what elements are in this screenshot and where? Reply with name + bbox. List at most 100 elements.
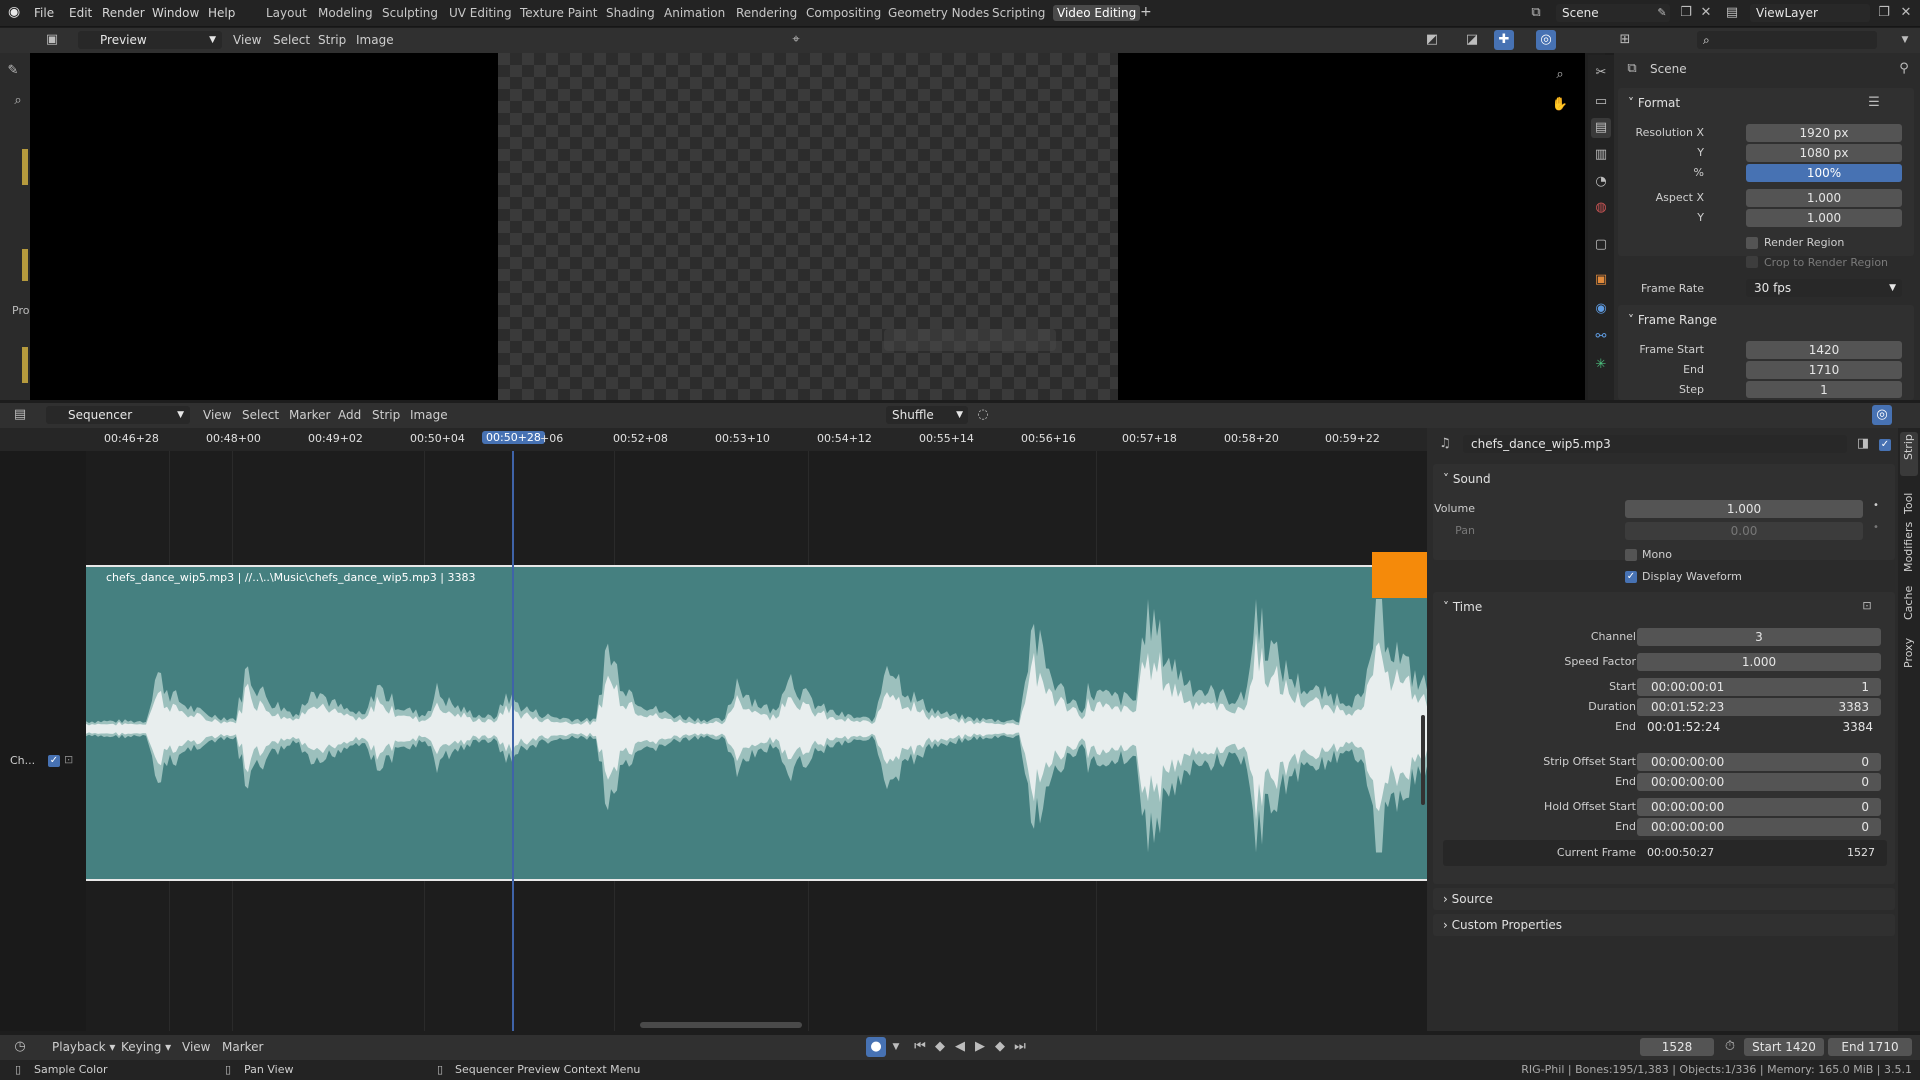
chevron-down-icon[interactable]: ▼ xyxy=(886,1037,906,1057)
lock-icon[interactable]: ⊡ xyxy=(1857,596,1877,616)
duration-field[interactable]: 00:01:52:23 3383 xyxy=(1637,698,1881,716)
strip-name-field[interactable]: chefs_dance_wip5.mp3 xyxy=(1463,435,1847,453)
tab-compositing[interactable]: Compositing xyxy=(802,5,885,21)
timeline-menu-keying[interactable]: Keying ▾ xyxy=(121,1040,171,1054)
strip-offset-end-field[interactable]: 00:00:00:00 0 xyxy=(1637,773,1881,791)
record-icon[interactable]: ● xyxy=(866,1037,886,1057)
pin-icon[interactable]: ⚲ xyxy=(1894,59,1914,79)
sample-tool-icon[interactable]: ✎ xyxy=(3,61,23,81)
start-field[interactable]: 00:00:00:01 1 xyxy=(1637,678,1881,696)
output-properties-icon[interactable]: ▤ xyxy=(1591,118,1611,138)
playhead-line[interactable] xyxy=(512,451,514,1031)
gizmo-toggle-icon[interactable]: ✚ xyxy=(1494,30,1514,50)
source-panel[interactable] xyxy=(1433,888,1895,910)
sequencer-view-dropdown[interactable]: Sequencer ▼ xyxy=(46,406,190,424)
jump-end-icon[interactable]: ⏭ xyxy=(1010,1037,1030,1057)
hold-offset-start-field[interactable]: 00:00:00:00 0 xyxy=(1637,798,1881,816)
delete-scene-icon[interactable]: ✕ xyxy=(1696,3,1716,23)
pan-field[interactable]: 0.00 xyxy=(1625,522,1863,540)
presets-icon[interactable]: ☰ xyxy=(1864,93,1884,113)
view-layer-field[interactable]: ViewLayer xyxy=(1750,4,1870,22)
hold-offset-end-field[interactable]: 00:00:00:00 0 xyxy=(1637,818,1881,836)
source-panel-header[interactable]: › Source xyxy=(1443,892,1493,906)
lock-icon[interactable]: ⊡ xyxy=(64,753,73,766)
seq-menu-strip[interactable]: Strip xyxy=(372,408,400,422)
crop-region-checkbox[interactable] xyxy=(1746,256,1758,268)
timeline-menu-marker[interactable]: Marker xyxy=(222,1040,263,1054)
properties-options-icon[interactable]: ▼ xyxy=(1895,30,1915,50)
end-frame-field[interactable]: End 1710 xyxy=(1828,1038,1912,1056)
horizontal-scrollbar[interactable] xyxy=(640,1022,802,1028)
seq-menu-select[interactable]: Select xyxy=(242,408,279,422)
time-panel-header[interactable]: ˅ Time xyxy=(1443,600,1482,614)
preview-menu-image[interactable]: Image xyxy=(356,33,394,47)
tab-modeling[interactable]: Modeling xyxy=(314,5,377,21)
timeline-menu-view[interactable]: View xyxy=(182,1040,210,1054)
tool-properties-icon[interactable]: ✂ xyxy=(1591,63,1611,83)
new-view-layer-icon[interactable]: ❐ xyxy=(1874,3,1894,23)
gizmo-icon[interactable]: ◪ xyxy=(1462,30,1482,50)
tab-animation[interactable]: Animation xyxy=(660,5,729,21)
seq-menu-add[interactable]: Add xyxy=(338,408,361,422)
seq-menu-image[interactable]: Image xyxy=(410,408,448,422)
overlap-mode-dropdown[interactable]: Shuffle ▼ xyxy=(886,406,968,424)
delete-view-layer-icon[interactable]: ✕ xyxy=(1896,3,1916,23)
menu-file[interactable]: File xyxy=(34,6,54,20)
search-icon[interactable]: ⌕ xyxy=(8,91,28,111)
audio-strip[interactable]: chefs_dance_wip5.mp3 | //..\..\Music\che… xyxy=(86,565,1427,881)
aspect-x-field[interactable]: 1.000 xyxy=(1746,189,1902,207)
editor-type-icon[interactable]: ▣ xyxy=(42,30,62,50)
properties-editor-type-icon[interactable]: ⊞ xyxy=(1615,30,1635,50)
pin-icon[interactable]: ✎ xyxy=(1652,3,1672,23)
properties-search-field[interactable]: ⌕ xyxy=(1697,31,1877,49)
tab-rendering[interactable]: Rendering xyxy=(732,5,801,21)
keyframe-dot-icon[interactable]: • xyxy=(1873,500,1879,511)
seq-menu-marker[interactable]: Marker xyxy=(289,408,330,422)
tab-proxy-label[interactable]: Proxy xyxy=(1902,638,1915,668)
current-frame-field[interactable]: 1528 xyxy=(1640,1038,1714,1056)
current-time-indicator[interactable]: 00:50+28 xyxy=(482,431,545,444)
jump-start-icon[interactable]: ⏮ xyxy=(910,1037,930,1057)
frame-step-field[interactable]: 1 xyxy=(1746,381,1902,398)
timeline-menu-playback[interactable]: Playback ▾ xyxy=(52,1040,115,1054)
menu-edit[interactable]: Edit xyxy=(69,6,92,20)
tab-sculpting[interactable]: Sculpting xyxy=(378,5,442,21)
scene-selector-icon[interactable]: ⧉ xyxy=(1526,3,1546,23)
preview-menu-view[interactable]: View xyxy=(233,33,261,47)
collection-properties-icon[interactable]: ▢ xyxy=(1591,235,1611,255)
tab-cache-label[interactable]: Cache xyxy=(1902,586,1915,620)
editor-type-icon[interactable]: ◷ xyxy=(10,1037,30,1057)
overlay-icon[interactable]: ◎ xyxy=(1872,405,1892,425)
display-channel-icon[interactable]: ◩ xyxy=(1422,30,1442,50)
tab-video-editing[interactable]: Video Editing xyxy=(1053,5,1141,21)
blender-logo-icon[interactable]: ◉ xyxy=(8,4,24,20)
resolution-y-field[interactable]: 1080 px xyxy=(1746,144,1902,162)
strip-handle-right[interactable] xyxy=(1421,715,1425,805)
time-ruler[interactable]: 00:46+28 00:48+00 00:49+02 00:50+04 00:5… xyxy=(0,428,1427,451)
volume-field[interactable]: 1.000 xyxy=(1625,500,1863,518)
stopwatch-icon[interactable]: ⏱ xyxy=(1720,1037,1740,1057)
editor-type-icon[interactable]: ▤ xyxy=(10,405,30,425)
strip-color-icon[interactable]: ◨ xyxy=(1853,434,1873,454)
strip-offset-start-field[interactable]: 00:00:00:00 0 xyxy=(1637,753,1881,771)
add-workspace-button[interactable]: + xyxy=(1136,3,1156,21)
zoom-icon[interactable]: ⌕ xyxy=(1550,65,1570,85)
aspect-y-field[interactable]: 1.000 xyxy=(1746,209,1902,227)
data-properties-icon[interactable]: ✳ xyxy=(1591,355,1611,375)
keyframe-dot-icon[interactable]: • xyxy=(1873,522,1879,533)
resolution-x-field[interactable]: 1920 px xyxy=(1746,124,1902,142)
play-reverse-icon[interactable]: ◀ xyxy=(950,1037,970,1057)
preview-menu-strip[interactable]: Strip xyxy=(318,33,346,47)
menu-window[interactable]: Window xyxy=(152,6,199,20)
pivot-icon[interactable]: ⌖ xyxy=(786,30,806,50)
frame-end-field[interactable]: 1710 xyxy=(1746,361,1902,379)
seq-menu-view[interactable]: View xyxy=(203,408,231,422)
overlay-icon[interactable]: ◎ xyxy=(1536,30,1556,50)
next-keyframe-icon[interactable]: ◆ xyxy=(990,1037,1010,1057)
mono-checkbox[interactable] xyxy=(1625,549,1637,561)
menu-help[interactable]: Help xyxy=(208,6,235,20)
new-scene-icon[interactable]: ❐ xyxy=(1676,3,1696,23)
tab-tool-label[interactable]: Tool xyxy=(1902,493,1915,514)
object-properties-icon[interactable]: ▣ xyxy=(1591,270,1611,290)
menu-render[interactable]: Render xyxy=(102,6,145,20)
